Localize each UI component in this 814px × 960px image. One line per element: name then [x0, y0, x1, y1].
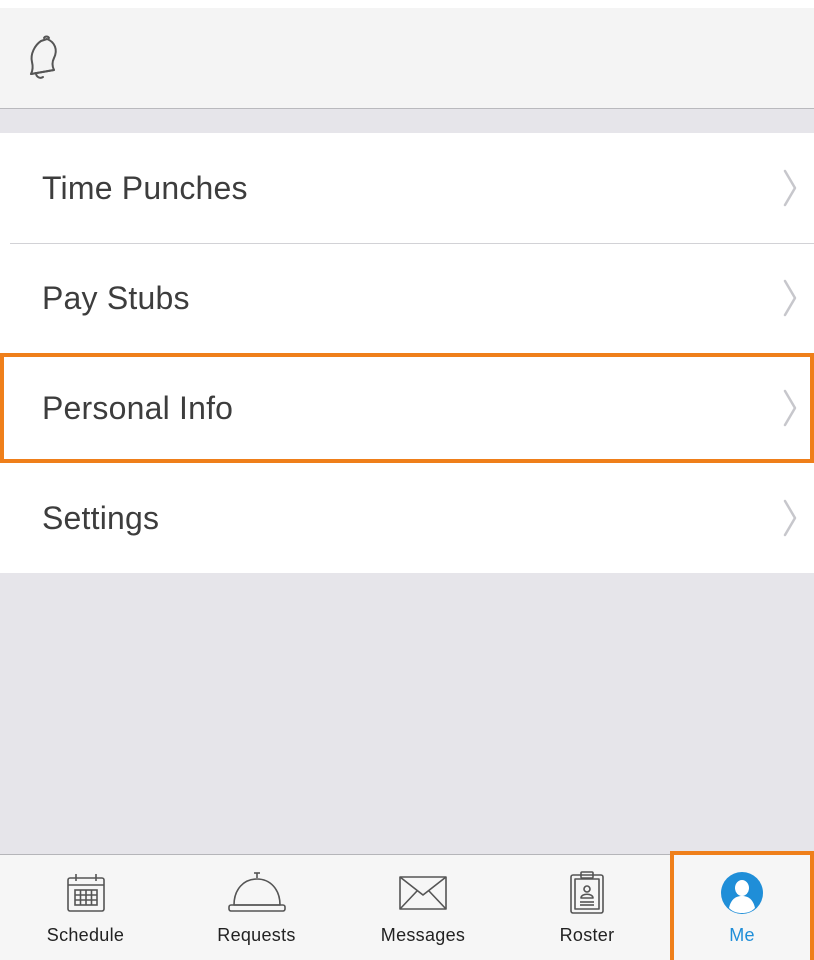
menu-item-personal-info[interactable]: Personal Info [0, 353, 814, 463]
me-menu-list: Time Punches Pay Stubs Personal Info Set… [0, 133, 814, 573]
tab-icon-wrap [226, 871, 288, 915]
calendar-icon [66, 874, 105, 912]
tab-icon-wrap [398, 871, 448, 915]
menu-item-time-punches[interactable]: Time Punches [0, 133, 814, 243]
tab-icon-wrap [569, 871, 605, 915]
tab-bar: Schedule Requests Messages Roster Me [0, 851, 814, 960]
app-screen: Time Punches Pay Stubs Personal Info Set… [0, 0, 814, 960]
menu-item-label: Settings [42, 499, 160, 536]
tab-label: Requests [217, 925, 296, 945]
tab-roster[interactable]: Roster [504, 855, 670, 960]
tab-schedule[interactable]: Schedule [0, 855, 171, 960]
notifications-button[interactable] [18, 34, 64, 80]
tab-messages[interactable]: Messages [342, 855, 504, 960]
menu-item-label: Time Punches [42, 169, 248, 206]
menu-item-label: Pay Stubs [42, 279, 190, 316]
clipboard-badge-icon [570, 871, 604, 914]
status-strip [0, 0, 814, 8]
tab-icon-wrap [65, 871, 107, 915]
chevron-right-icon [783, 279, 797, 317]
tab-icon-wrap [720, 871, 764, 915]
tab-label: Me [729, 925, 755, 945]
bell-icon [30, 35, 57, 79]
menu-item-label: Personal Info [42, 389, 234, 426]
tab-me[interactable]: Me [670, 851, 814, 960]
service-bell-icon [227, 872, 286, 912]
tab-label: Roster [559, 925, 615, 945]
tab-label: Messages [380, 925, 466, 945]
tab-label: Schedule [46, 925, 125, 945]
header-bar [0, 8, 814, 109]
menu-item-pay-stubs[interactable]: Pay Stubs [0, 243, 814, 353]
chevron-right-icon [783, 499, 797, 537]
chevron-right-icon [783, 389, 797, 427]
person-icon [721, 872, 763, 914]
tab-requests[interactable]: Requests [171, 855, 342, 960]
menu-item-settings[interactable]: Settings [0, 463, 814, 573]
envelope-icon [399, 876, 447, 910]
chevron-right-icon [783, 169, 797, 207]
